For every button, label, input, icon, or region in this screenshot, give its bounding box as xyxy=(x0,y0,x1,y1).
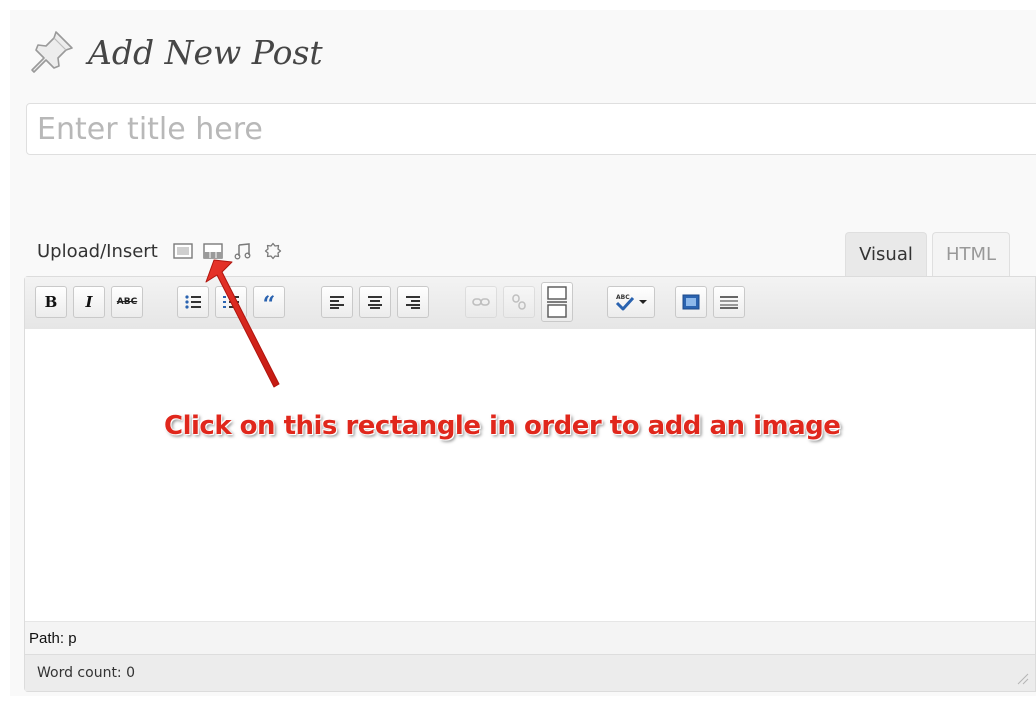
align-right-icon xyxy=(406,296,420,309)
link-icon xyxy=(472,298,490,306)
unlink-button[interactable] xyxy=(503,286,535,318)
kitchen-sink-button[interactable] xyxy=(713,286,745,318)
bold-button[interactable]: B xyxy=(35,286,67,318)
ordered-list-button[interactable] xyxy=(215,286,247,318)
strikethrough-button[interactable]: ABC xyxy=(111,286,143,318)
editor-content-area[interactable] xyxy=(25,329,1035,621)
post-editor: B I ABC “ ABC Path: p Word count: 0 xyxy=(24,276,1036,692)
insert-link-button[interactable] xyxy=(465,286,497,318)
page-header: Add New Post xyxy=(26,24,323,80)
align-right-button[interactable] xyxy=(397,286,429,318)
add-audio-icon[interactable] xyxy=(232,240,254,262)
add-media-icon[interactable] xyxy=(262,240,284,262)
fullscreen-button[interactable] xyxy=(675,286,707,318)
fullscreen-icon xyxy=(682,294,700,310)
blockquote-icon: “ xyxy=(262,292,276,318)
align-left-button[interactable] xyxy=(321,286,353,318)
unlink-icon xyxy=(512,294,526,310)
insert-more-button[interactable] xyxy=(541,282,573,322)
pushpin-icon xyxy=(31,31,73,73)
tab-visual[interactable]: Visual xyxy=(845,232,927,276)
strikethrough-icon: ABC xyxy=(116,297,138,307)
align-left-icon xyxy=(330,296,344,309)
unordered-list-icon xyxy=(185,295,201,309)
tab-html[interactable]: HTML xyxy=(932,232,1010,276)
blockquote-button[interactable]: “ xyxy=(253,286,285,318)
italic-button[interactable]: I xyxy=(73,286,105,318)
word-count: Word count: 0 xyxy=(37,665,136,681)
upload-insert-label: Upload/Insert xyxy=(37,240,158,262)
unordered-list-button[interactable] xyxy=(177,286,209,318)
path-label: Path: p xyxy=(29,629,77,647)
editor-toolbar: B I ABC “ ABC xyxy=(25,277,1035,330)
chevron-down-icon xyxy=(639,300,647,304)
path-bar: Path: p xyxy=(25,621,1035,654)
annotation-text: Click on this rectangle in order to add … xyxy=(164,411,841,441)
resize-handle-icon[interactable] xyxy=(1015,671,1029,685)
svg-text:ABC: ABC xyxy=(616,294,630,301)
add-image-icon[interactable] xyxy=(172,240,194,262)
more-tag-icon xyxy=(547,286,567,318)
spellcheck-icon: ABC xyxy=(615,294,635,311)
upload-insert-bar: Upload/Insert xyxy=(37,238,292,264)
italic-icon: I xyxy=(85,293,93,311)
spellcheck-button[interactable]: ABC xyxy=(607,286,655,318)
kitchen-sink-icon xyxy=(720,296,738,309)
align-center-icon xyxy=(368,296,382,309)
post-title-input[interactable] xyxy=(26,103,1036,155)
page-title: Add New Post xyxy=(88,32,323,72)
ordered-list-icon xyxy=(223,296,239,308)
word-count-bar: Word count: 0 xyxy=(25,654,1035,691)
bold-icon: B xyxy=(44,293,58,311)
align-center-button[interactable] xyxy=(359,286,391,318)
add-video-icon[interactable] xyxy=(202,240,224,262)
